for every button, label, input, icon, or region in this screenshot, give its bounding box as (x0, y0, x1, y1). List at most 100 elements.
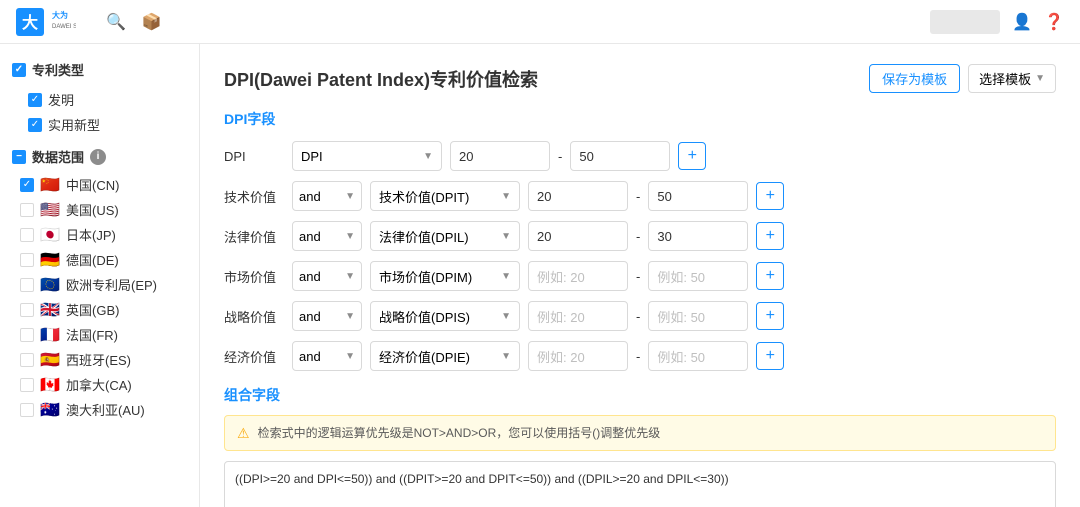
page-title: DPI(Dawei Patent Index)专利价值检索 (224, 66, 538, 92)
dpi-section-header: DPI字段 (224, 109, 1056, 129)
sidebar: 专利类型 发明 实用新型 数据范围 i 🇨🇳中国(CN)🇺🇸美国(US)🇯🇵日本… (0, 44, 200, 507)
country-item-4[interactable]: 🇪🇺 欧洲专利局(EP) (12, 272, 187, 297)
from-input-3[interactable]: 例如: 20 (528, 261, 628, 291)
dpi-add-button[interactable]: + (678, 142, 706, 170)
dpi-from-input[interactable]: 20 (450, 141, 550, 171)
page-title-row: DPI(Dawei Patent Index)专利价值检索 保存为模板 选择模板… (224, 64, 1056, 93)
field-row-3: 市场价值and▼市场价值(DPIM)▼例如: 20-例如: 50+ (224, 261, 1056, 291)
country-item-3[interactable]: 🇩🇪 德国(DE) (12, 247, 187, 272)
to-input-5[interactable]: 例如: 50 (648, 341, 748, 371)
field-select-2[interactable]: 法律价值(DPIL)▼ (370, 221, 520, 251)
country-checkbox-0[interactable] (20, 178, 34, 192)
country-item-7[interactable]: 🇪🇸西班牙(ES) (12, 347, 187, 372)
field-row-dpi: DPI DPI ▼ 20 - 50 + (224, 141, 1056, 171)
add-button-3[interactable]: + (756, 262, 784, 290)
field-label-5: 经济价值 (224, 347, 284, 366)
dash-5: - (636, 349, 640, 364)
header-right: 👤 ❓ (930, 10, 1064, 34)
logic-select-2[interactable]: and▼ (292, 221, 362, 251)
country-checkbox-8[interactable] (20, 378, 34, 392)
country-checkbox-1[interactable] (20, 203, 34, 217)
country-item-2[interactable]: 🇯🇵日本(JP) (12, 222, 187, 247)
alert-text: 检索式中的逻辑运算优先级是NOT>AND>OR，您可以使用括号()调整优先级 (258, 424, 661, 441)
svg-text:大为: 大为 (52, 10, 68, 20)
from-input-5[interactable]: 例如: 20 (528, 341, 628, 371)
data-range-checkbox[interactable] (12, 150, 26, 164)
country-item-6[interactable]: 🇫🇷法国(FR) (12, 322, 187, 347)
patent-type-section: 专利类型 (12, 60, 187, 79)
country-flag-2: 🇯🇵 (40, 228, 60, 242)
field-select-4[interactable]: 战略价值(DPIS)▼ (370, 301, 520, 331)
utility-checkbox[interactable] (28, 118, 42, 132)
invention-label: 发明 (48, 90, 74, 109)
content-area: DPI(Dawei Patent Index)专利价值检索 保存为模板 选择模板… (200, 44, 1080, 507)
logic-select-4[interactable]: and▼ (292, 301, 362, 331)
patent-type-utility[interactable]: 实用新型 (20, 112, 187, 137)
country-flag-1: 🇺🇸 (40, 203, 60, 217)
patent-type-checkbox[interactable] (12, 63, 26, 77)
country-item-5[interactable]: 🇬🇧英国(GB) (12, 297, 187, 322)
search-icon[interactable]: 🔍 (106, 12, 126, 32)
to-input-2[interactable]: 30 (648, 221, 748, 251)
to-input-1[interactable]: 50 (648, 181, 748, 211)
country-flag-3: 🇩🇪 (40, 253, 60, 267)
logic-select-5[interactable]: and▼ (292, 341, 362, 371)
country-list: 🇨🇳中国(CN)🇺🇸美国(US)🇯🇵日本(JP) 🇩🇪 德国(DE) 🇪🇺 欧洲专利局(… (12, 172, 187, 422)
field-select-3[interactable]: 市场价值(DPIM)▼ (370, 261, 520, 291)
help-icon[interactable]: 👤 (1012, 12, 1032, 32)
country-item-9[interactable]: 🇦🇺澳大利亚(AU) (12, 397, 187, 422)
country-item-1[interactable]: 🇺🇸美国(US) (12, 197, 187, 222)
country-checkbox-7[interactable] (20, 353, 34, 367)
country-checkbox-9[interactable] (20, 403, 34, 417)
select-template-button[interactable]: 选择模板 ▼ (968, 64, 1056, 93)
main-layout: 专利类型 发明 实用新型 数据范围 i 🇨🇳中国(CN)🇺🇸美国(US)🇯🇵日本… (0, 44, 1080, 507)
from-input-4[interactable]: 例如: 20 (528, 301, 628, 331)
field-row-4: 战略价值 and▼ 战略价值(DPIS)▼ 例如: 20-例如: 50 + (224, 301, 1056, 331)
country-flag-4: 🇪🇺 (40, 278, 60, 292)
to-input-4[interactable]: 例如: 50 (648, 301, 748, 331)
field-select-1[interactable]: 技术价值(DPIT)▼ (370, 181, 520, 211)
patent-type-invention[interactable]: 发明 (20, 87, 187, 112)
country-item-0[interactable]: 🇨🇳中国(CN) (12, 172, 187, 197)
add-button-5[interactable]: + (756, 342, 784, 370)
country-checkbox-3[interactable] (20, 253, 34, 267)
country-label-8: 加拿大(CA) (66, 375, 132, 394)
header: 大 大为 DAWEI SOFT 🔍 📦 👤 ❓ (0, 0, 1080, 44)
cube-icon[interactable]: 📦 (142, 12, 162, 32)
logic-select-1[interactable]: and▼ (292, 181, 362, 211)
invention-checkbox[interactable] (28, 93, 42, 107)
country-checkbox-2[interactable] (20, 228, 34, 242)
field-select-5[interactable]: 经济价值(DPIE)▼ (370, 341, 520, 371)
save-template-button[interactable]: 保存为模板 (869, 64, 960, 93)
chevron-down-icon: ▼ (1035, 73, 1045, 84)
svg-text:DAWEI SOFT: DAWEI SOFT (52, 24, 76, 30)
field-label-3: 市场价值 (224, 267, 284, 286)
country-label-7: 西班牙(ES) (66, 350, 131, 369)
country-checkbox-6[interactable] (20, 328, 34, 342)
from-input-1[interactable]: 20 (528, 181, 628, 211)
svg-text:大: 大 (22, 13, 38, 32)
country-checkbox-5[interactable] (20, 303, 34, 317)
patent-type-items: 发明 实用新型 (20, 87, 187, 137)
country-label-4: 欧洲专利局(EP) (66, 275, 157, 294)
add-button-1[interactable]: + (756, 182, 784, 210)
add-button-2[interactable]: + (756, 222, 784, 250)
dpi-to-input[interactable]: 50 (570, 141, 670, 171)
add-button-4[interactable]: + (756, 302, 784, 330)
question-icon[interactable]: ❓ (1044, 12, 1064, 32)
field-row-2: 法律价值and▼法律价值(DPIL)▼20-30+ (224, 221, 1056, 251)
logic-select-3[interactable]: and▼ (292, 261, 362, 291)
country-checkbox-4[interactable] (20, 278, 34, 292)
dash-2: - (636, 229, 640, 244)
alert-box: ⚠ 检索式中的逻辑运算优先级是NOT>AND>OR，您可以使用括号()调整优先级 (224, 415, 1056, 451)
field-label-4: 战略价值 (224, 307, 284, 326)
warning-icon: ⚠ (237, 425, 250, 442)
country-item-8[interactable]: 🇨🇦加拿大(CA) (12, 372, 187, 397)
dpi-field-select[interactable]: DPI ▼ (292, 141, 442, 171)
from-input-2[interactable]: 20 (528, 221, 628, 251)
country-label-3: 德国(DE) (66, 250, 119, 269)
dash-4: - (636, 309, 640, 324)
title-actions: 保存为模板 选择模板 ▼ (869, 64, 1056, 93)
to-input-3[interactable]: 例如: 50 (648, 261, 748, 291)
formula-area[interactable]: ((DPI>=20 and DPI<=50)) and ((DPIT>=20 a… (224, 461, 1056, 507)
